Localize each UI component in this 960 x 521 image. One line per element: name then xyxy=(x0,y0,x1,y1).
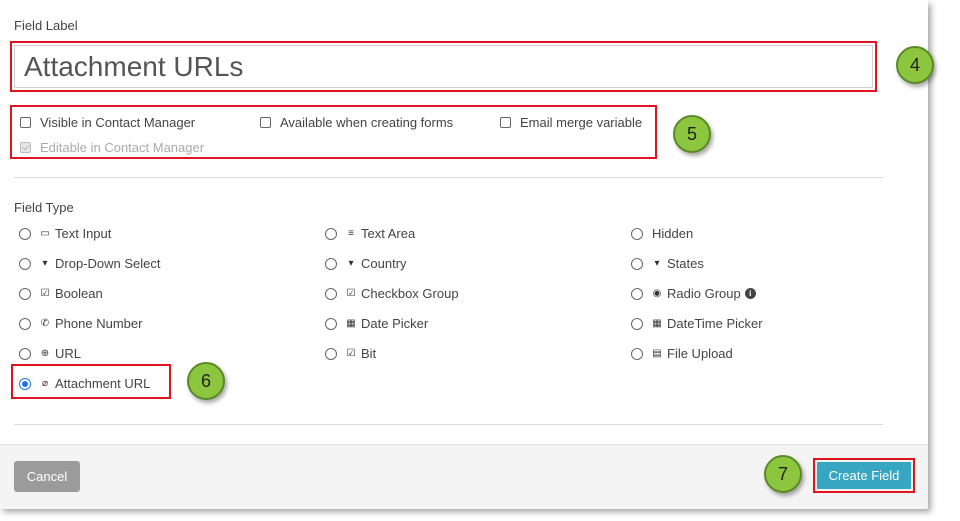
field-type-text-area[interactable]: ≡ Text Area xyxy=(325,226,415,241)
checkbox-box[interactable] xyxy=(500,117,511,128)
field-type-bit[interactable]: ☑ Bit xyxy=(325,346,376,361)
phone-icon: ✆ xyxy=(40,318,50,329)
field-type-attachment-url[interactable]: ⌀ Attachment URL xyxy=(19,376,150,391)
radio-button[interactable] xyxy=(325,347,337,360)
radio-button[interactable] xyxy=(631,287,643,300)
radio-label: Drop-Down Select xyxy=(55,256,161,271)
checkbox-label: Available when creating forms xyxy=(280,115,454,130)
checkbox-label: Email merge variable xyxy=(520,115,643,130)
checkbox-label: Editable in Contact Manager xyxy=(40,140,205,155)
radio-button-selected[interactable] xyxy=(19,377,31,390)
field-type-radio-group[interactable]: ◉ Radio Group i xyxy=(631,286,756,301)
visible-in-contact-manager-checkbox[interactable]: Visible in Contact Manager xyxy=(20,115,195,130)
field-type-hidden[interactable]: Hidden xyxy=(631,226,693,241)
radio-label: URL xyxy=(55,346,82,361)
radio-button[interactable] xyxy=(631,317,643,330)
radio-button[interactable] xyxy=(19,287,31,300)
radio-button[interactable] xyxy=(631,347,643,360)
radio-label: Boolean xyxy=(55,286,103,301)
radio-label: Text Area xyxy=(361,226,416,241)
callout-4: 4 xyxy=(896,46,934,84)
email-merge-variable-checkbox[interactable]: Email merge variable xyxy=(500,115,642,130)
radio-button[interactable] xyxy=(19,227,31,240)
editable-in-contact-manager-checkbox: Editable in Contact Manager xyxy=(20,140,204,155)
list-icon: ≡ xyxy=(348,228,354,239)
radio-label: Hidden xyxy=(652,226,694,241)
radio-label: Radio Group xyxy=(667,286,741,301)
field-type-text-input[interactable]: ▭ Text Input xyxy=(19,226,111,241)
radio-label: States xyxy=(667,256,704,271)
checkbox-box xyxy=(20,142,31,153)
field-type-drop-down-select[interactable]: ▾ Drop-Down Select xyxy=(19,256,161,271)
field-type-states[interactable]: ▾ States xyxy=(631,256,704,271)
check-square-icon: ☑ xyxy=(40,288,50,299)
field-type-date-picker[interactable]: ▦ Date Picker xyxy=(325,316,428,331)
radio-label: Bit xyxy=(361,346,377,361)
dot-circle-icon: ◉ xyxy=(652,288,662,299)
field-label-highlight xyxy=(10,41,877,92)
check-square-icon: ☑ xyxy=(346,288,356,299)
divider xyxy=(14,424,883,425)
caret-square-icon: ▾ xyxy=(654,258,660,269)
checkbox-label: Visible in Contact Manager xyxy=(40,115,196,130)
radio-label: File Upload xyxy=(667,346,733,361)
dialog-footer: Cancel 7 Create Field xyxy=(0,444,928,509)
available-when-creating-forms-checkbox[interactable]: Available when creating forms xyxy=(260,115,453,130)
check-square-icon: ☑ xyxy=(346,348,356,359)
create-field-dialog: Field Label 4 Visible in Contact Manager… xyxy=(0,0,934,509)
radio-button[interactable] xyxy=(19,317,31,330)
create-field-highlight: Create Field xyxy=(813,458,915,493)
caret-square-icon: ▾ xyxy=(348,258,354,269)
callout-6: 6 xyxy=(187,362,225,400)
field-label-caption: Field Label xyxy=(14,18,78,33)
calendar-icon: ▦ xyxy=(346,318,356,329)
field-type-datetime-picker[interactable]: ▦ DateTime Picker xyxy=(631,316,763,331)
radio-button[interactable] xyxy=(19,257,31,270)
radio-button[interactable] xyxy=(325,257,337,270)
radio-button[interactable] xyxy=(325,227,337,240)
radio-label: Checkbox Group xyxy=(361,286,459,301)
field-label-input[interactable] xyxy=(14,45,873,88)
info-icon[interactable]: i xyxy=(744,288,756,299)
calendar-icon: ▦ xyxy=(652,318,662,329)
radio-button[interactable] xyxy=(631,227,643,240)
radio-label: Text Input xyxy=(55,226,112,241)
field-type-checkbox-group[interactable]: ☑ Checkbox Group xyxy=(325,286,459,301)
radio-label: DateTime Picker xyxy=(667,316,763,331)
radio-label: Phone Number xyxy=(55,316,143,331)
cancel-button[interactable]: Cancel xyxy=(14,461,80,492)
create-field-button[interactable]: Create Field xyxy=(817,462,911,489)
radio-button[interactable] xyxy=(325,287,337,300)
radio-label: Date Picker xyxy=(361,316,429,331)
field-type-phone-number[interactable]: ✆ Phone Number xyxy=(19,316,142,331)
caret-square-icon: ▾ xyxy=(42,258,48,269)
field-type-url[interactable]: ⊕ URL xyxy=(19,346,81,361)
field-type-country[interactable]: ▾ Country xyxy=(325,256,407,271)
field-type-boolean[interactable]: ☑ Boolean xyxy=(19,286,103,301)
radio-button[interactable] xyxy=(631,257,643,270)
radio-label: Attachment URL xyxy=(55,376,151,391)
paperclip-icon: ⌀ xyxy=(41,378,49,389)
text-input-icon: ▭ xyxy=(40,228,50,239)
field-type-file-upload[interactable]: ▤ File Upload xyxy=(631,346,733,361)
radio-label: Country xyxy=(361,256,407,271)
divider xyxy=(14,177,883,178)
radio-button[interactable] xyxy=(19,347,31,360)
callout-5: 5 xyxy=(673,115,711,153)
checkbox-box[interactable] xyxy=(260,117,271,128)
file-icon: ▤ xyxy=(652,348,662,359)
callout-7: 7 xyxy=(764,455,802,493)
globe-icon: ⊕ xyxy=(40,348,50,359)
field-type-caption: Field Type xyxy=(14,200,74,215)
radio-button[interactable] xyxy=(325,317,337,330)
checkbox-box[interactable] xyxy=(20,117,31,128)
